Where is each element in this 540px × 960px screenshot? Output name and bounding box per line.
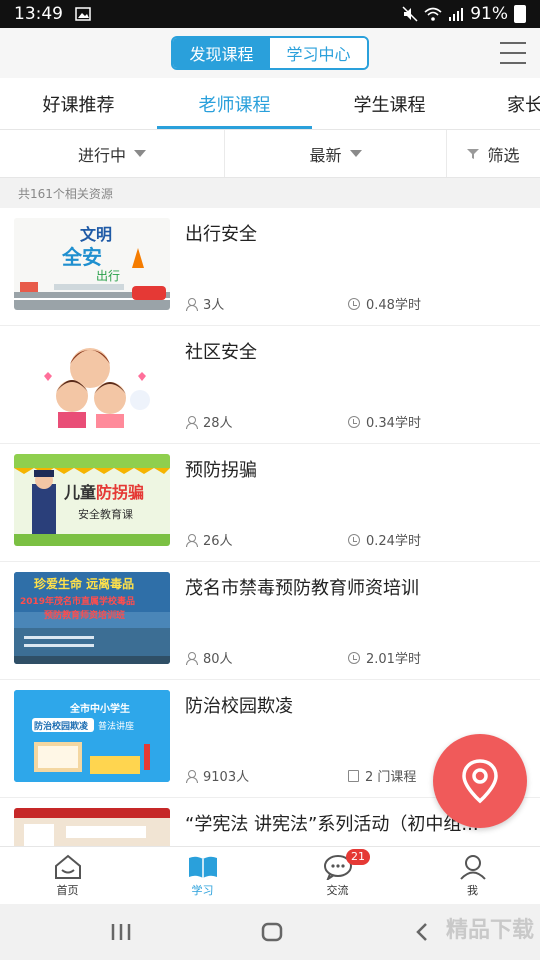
svg-text:预防教育师资培训班: 预防教育师资培训班	[44, 609, 125, 621]
nav-me-label: 我	[467, 883, 478, 897]
tab-teacher-courses[interactable]: 老师课程	[157, 78, 312, 129]
svg-text:儿童防拐骗: 儿童防拐骗	[63, 483, 144, 502]
chevron-down-icon	[134, 150, 146, 157]
course-item[interactable]: 珍爱生命 远离毒品 2019年茂名市直属学校毒品 预防教育师资培训班 茂名市禁毒…	[0, 562, 540, 680]
nav-study-label: 学习	[191, 883, 214, 897]
course-thumbnail	[14, 336, 170, 428]
learner-count: 9103人	[185, 766, 249, 785]
course-duration: 0.48学时	[348, 294, 421, 313]
course-lesson-count: 2 门课程	[348, 766, 416, 785]
nav-home[interactable]: 首页	[0, 847, 135, 904]
location-pin-icon	[462, 759, 498, 804]
wifi-icon	[424, 7, 442, 21]
course-title: “学宪法 讲宪法”系列活动（初中组...	[185, 814, 479, 835]
filter-bar: 进行中 最新 筛选	[0, 130, 540, 178]
person-icon	[185, 651, 198, 665]
clock-icon	[348, 651, 360, 664]
course-item[interactable]: 社区安全 28人 0.34学时	[0, 326, 540, 444]
book-icon	[348, 769, 359, 782]
status-time: 13:49	[14, 4, 63, 24]
app-header: 发现课程 学习中心	[0, 28, 540, 78]
person-icon	[185, 297, 198, 311]
person-icon	[185, 769, 198, 783]
clock-icon	[348, 415, 360, 428]
sort-filter-label: 最新	[309, 145, 342, 165]
nav-chat-label: 交流	[326, 883, 349, 897]
category-tabs: 好课推荐 老师课程 学生课程 家长	[0, 78, 540, 130]
nav-study[interactable]: 学习	[135, 847, 270, 904]
learner-count: 28人	[185, 412, 233, 431]
nav-me[interactable]: 我	[405, 847, 540, 904]
course-item[interactable]: 文明 全安 出行 出行安全 3人 0.48学时	[0, 208, 540, 326]
mute-icon	[402, 6, 418, 22]
svg-text:全市中小学生: 全市中小学生	[69, 702, 130, 715]
tab-parent-courses[interactable]: 家长	[467, 78, 540, 129]
course-thumbnail: 珍爱生命 远离毒品 2019年茂名市直属学校毒品 预防教育师资培训班	[14, 572, 170, 664]
filter-button[interactable]: 筛选	[446, 130, 540, 177]
course-title: 预防拐骗	[185, 460, 257, 481]
status-filter[interactable]: 进行中	[0, 130, 224, 177]
sort-filter[interactable]: 最新	[224, 130, 446, 177]
chevron-down-icon	[349, 150, 362, 157]
svg-text:出行: 出行	[96, 269, 120, 283]
svg-text:全安: 全安	[61, 245, 102, 269]
course-duration: 0.34学时	[348, 412, 421, 431]
location-fab[interactable]	[433, 734, 527, 828]
watermark: 精品下载	[445, 918, 534, 943]
tab-featured[interactable]: 好课推荐	[0, 78, 157, 129]
svg-text:安全教育课: 安全教育课	[78, 507, 133, 521]
segment-switch: 发现课程 学习中心	[171, 36, 369, 70]
course-duration: 2.01学时	[348, 648, 421, 667]
course-thumbnail	[14, 808, 170, 846]
thumb-text-1: 文明	[80, 225, 112, 244]
tab-student-courses[interactable]: 学生课程	[312, 78, 467, 129]
course-thumbnail: 全市中小学生 防治校园欺凌 普法讲座	[14, 690, 170, 782]
recent-apps-icon[interactable]	[110, 922, 132, 942]
svg-text:2019年茂名市直属学校毒品: 2019年茂名市直属学校毒品	[20, 595, 135, 607]
bottom-navigation: 首页 学习 交流 21 我	[0, 846, 540, 904]
unread-badge: 21	[346, 849, 370, 865]
signal-icon	[449, 8, 464, 21]
svg-text:防治校园欺凌: 防治校园欺凌	[34, 720, 89, 732]
course-item[interactable]: 儿童防拐骗 安全教育课 预防拐骗 26人 0.24学时	[0, 444, 540, 562]
book-icon	[188, 856, 217, 878]
course-duration: 0.24学时	[348, 530, 421, 549]
result-count: 共161个相关资源	[0, 178, 540, 208]
home-icon	[54, 854, 81, 879]
back-icon[interactable]	[414, 922, 430, 942]
svg-text:普法讲座: 普法讲座	[98, 720, 134, 732]
course-thumbnail: 文明 全安 出行	[14, 218, 170, 310]
home-button-icon[interactable]	[260, 920, 284, 944]
segment-learning-center[interactable]: 学习中心	[270, 38, 367, 68]
course-title: 防治校园欺凌	[185, 696, 293, 717]
filter-button-label: 筛选	[487, 145, 520, 165]
user-icon	[459, 854, 486, 880]
course-thumbnail: 儿童防拐骗 安全教育课	[14, 454, 170, 546]
svg-text:珍爱生命 远离毒品: 珍爱生命 远离毒品	[34, 576, 134, 591]
funnel-icon	[467, 148, 480, 159]
clock-icon	[348, 533, 360, 546]
person-icon	[185, 533, 198, 547]
image-icon	[75, 7, 91, 21]
hamburger-menu-icon[interactable]	[500, 42, 526, 64]
battery-icon	[514, 5, 526, 23]
learner-count: 80人	[185, 648, 233, 667]
course-title: 社区安全	[185, 342, 257, 363]
nav-chat[interactable]: 交流 21	[270, 847, 405, 904]
person-icon	[185, 415, 198, 429]
course-title: 茂名市禁毒预防教育师资培训	[185, 578, 419, 599]
nav-home-label: 首页	[56, 883, 79, 897]
system-navigation-bar: 精品下载	[0, 904, 540, 960]
learner-count: 26人	[185, 530, 233, 549]
learner-count: 3人	[185, 294, 224, 313]
battery-percent: 91%	[470, 4, 508, 24]
status-filter-label: 进行中	[77, 145, 126, 165]
status-bar: 13:49 91%	[0, 0, 540, 28]
clock-icon	[348, 297, 360, 310]
course-title: 出行安全	[185, 224, 257, 245]
segment-discover-courses[interactable]: 发现课程	[173, 38, 270, 68]
active-tab-indicator	[157, 126, 312, 129]
